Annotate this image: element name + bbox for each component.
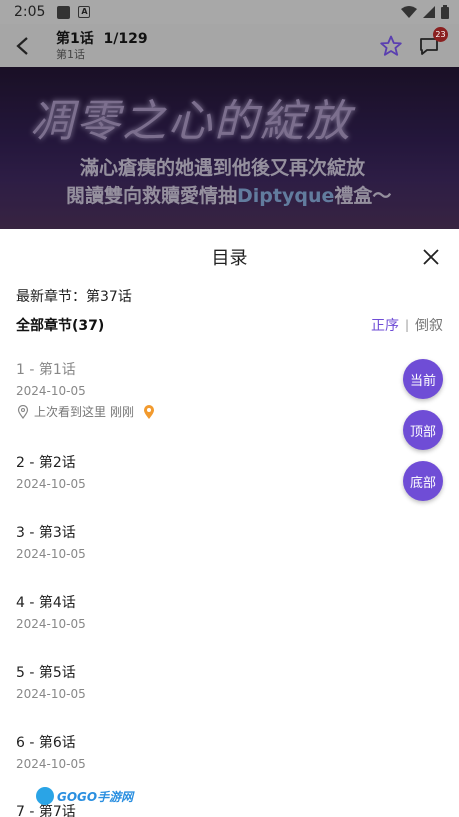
chapter-name: 7 - 第7话: [16, 804, 76, 817]
chapter-list-sheet: 目录 最新章节：第37话 全部章节(37) 正序 | 倒叙 1 - 第1话 20…: [0, 229, 459, 817]
banner-line1: 滿心瘡痍的她遇到他後又再次綻放: [80, 157, 366, 179]
wifi-icon: [401, 6, 417, 18]
sort-ascending-button[interactable]: 正序: [371, 315, 399, 335]
banner-line2-highlight: Diptyque: [237, 185, 335, 207]
chapter-name: 4 - 第4话: [16, 595, 76, 611]
sheet-header: 目录: [0, 229, 459, 285]
back-icon[interactable]: [0, 24, 44, 67]
sheet-title: 目录: [211, 248, 248, 269]
chapter-name: 1 - 第1话: [16, 362, 76, 378]
status-bar: 2:05 A: [0, 0, 459, 24]
chapter-name: 3 - 第3话: [16, 525, 76, 541]
chapter-date: 2024-10-05: [16, 384, 86, 398]
chapter-name: 6 - 第6话: [16, 735, 76, 751]
status-time: 2:05: [14, 4, 46, 20]
title-block: 第1话 1/129 第1话: [56, 30, 148, 62]
chapter-name: 2 - 第2话: [16, 455, 76, 471]
chapter-item[interactable]: 4 - 第4话 2024-10-05: [16, 594, 86, 632]
chapter-item[interactable]: 2 - 第2话 2024-10-05: [16, 454, 86, 492]
chapter-title: 第1话: [56, 30, 94, 47]
sort-order: 正序 | 倒叙: [371, 315, 443, 335]
chapter-item[interactable]: 1 - 第1话 2024-10-05 上次看到这里 刚刚: [16, 361, 156, 420]
watermark: GOGO手游网: [36, 787, 133, 805]
notification-icon: [57, 5, 71, 19]
watermark-logo-icon: [36, 787, 54, 805]
banner-line2-prefix: 閱讀雙向救贖愛情抽: [66, 185, 238, 207]
chapter-item[interactable]: 7 - 第7话: [16, 803, 76, 817]
chapter-item[interactable]: 6 - 第6话 2024-10-05: [16, 734, 86, 772]
jump-top-button[interactable]: 顶部: [403, 410, 443, 450]
chapter-date: 2024-10-05: [16, 757, 86, 771]
battery-icon: [441, 5, 449, 19]
all-chapters-label: 全部章节(37): [16, 318, 105, 334]
sort-descending-button[interactable]: 倒叙: [415, 315, 443, 335]
signal-icon: [423, 6, 435, 18]
comment-button[interactable]: 23: [417, 26, 448, 58]
comic-banner: 凋零之心的綻放 滿心瘡痍的她遇到他後又再次綻放 閱讀雙向救贖愛情抽Diptyqu…: [0, 67, 459, 229]
status-indicators: [401, 5, 449, 19]
banner-title: 凋零之心的綻放: [30, 96, 352, 147]
chapter-date: 2024-10-05: [16, 477, 86, 491]
all-chapters-row: 全部章节(37) 正序 | 倒叙: [16, 315, 443, 335]
last-read-label: 上次看到这里: [34, 405, 107, 419]
app-bar-actions: 23: [379, 26, 459, 58]
comment-count-badge: 23: [433, 26, 448, 42]
last-read-indicator: 上次看到这里 刚刚: [16, 403, 156, 420]
last-read-time: 刚刚: [110, 405, 135, 419]
chapter-date: 2024-10-05: [16, 547, 86, 561]
star-icon[interactable]: [379, 34, 403, 58]
chapter-item[interactable]: 5 - 第5话 2024-10-05: [16, 664, 86, 702]
sort-separator: |: [404, 318, 409, 332]
jump-current-button[interactable]: 当前: [403, 359, 443, 399]
app-bar: 第1话 1/129 第1话 23: [0, 24, 459, 67]
banner-line2: 閱讀雙向救贖愛情抽Diptyque禮盒～: [66, 181, 391, 208]
chapter-date: 2024-10-05: [16, 687, 86, 701]
app-notification-icon: A: [78, 6, 91, 18]
chapter-name: 5 - 第5话: [16, 665, 76, 681]
latest-chapter: 最新章节：第37话: [16, 289, 132, 305]
close-icon[interactable]: [421, 247, 441, 267]
page-counter: 1/129: [103, 30, 148, 47]
jump-bottom-button[interactable]: 底部: [403, 461, 443, 501]
page-title: 第1话 1/129: [56, 30, 148, 48]
chapter-date: 2024-10-05: [16, 617, 86, 631]
location-pin-icon: [17, 404, 29, 419]
banner-line2-suffix: 禮盒～: [334, 185, 392, 207]
reading-marker-icon: [144, 404, 155, 419]
page-subtitle: 第1话: [56, 47, 85, 61]
watermark-text: GOGO手游网: [57, 789, 134, 804]
chapter-item[interactable]: 3 - 第3话 2024-10-05: [16, 524, 86, 562]
